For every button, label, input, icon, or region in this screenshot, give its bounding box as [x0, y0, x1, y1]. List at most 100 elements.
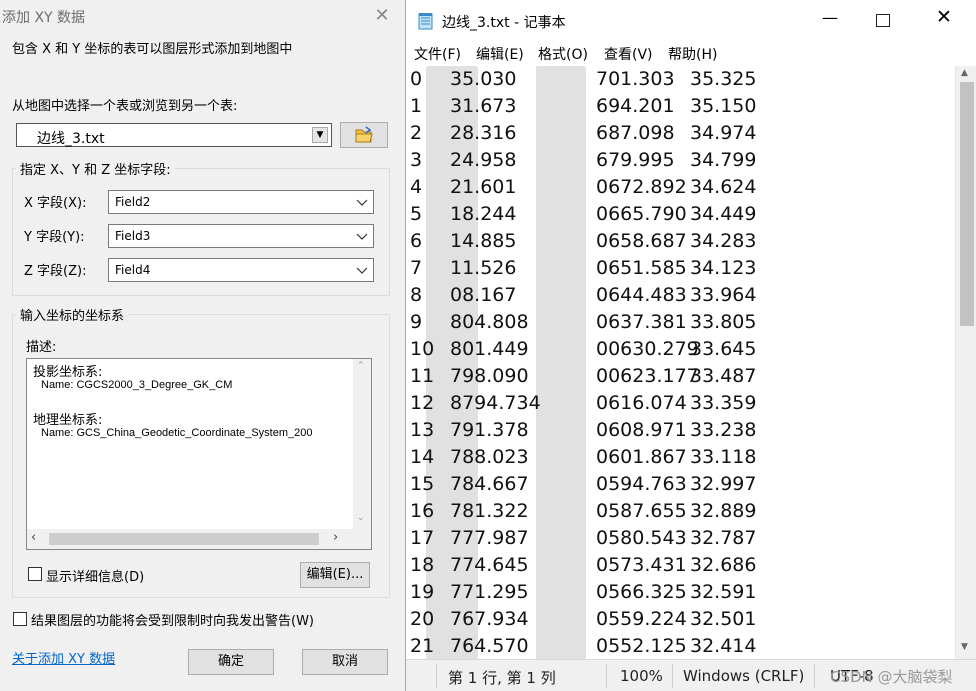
- desc-horizontal-scrollbar[interactable]: ‹ ›: [27, 529, 371, 549]
- line-number: 15: [410, 473, 435, 495]
- x-value: 784.667: [450, 473, 529, 495]
- x-value: 781.322: [450, 500, 529, 522]
- notepad-text-area[interactable]: 0 35.030 701.303 35.325 1 31.673 694.201 35.150…: [406, 66, 955, 659]
- notepad-titlebar: 边线_3.txt - 记事本 — ✕: [406, 0, 976, 40]
- y-value: 0651.585: [596, 257, 687, 279]
- description-box[interactable]: 投影坐标系: Name: CGCS2000_3_Degree_GK_CM 地理坐…: [26, 358, 372, 550]
- z-value: 35.325: [690, 68, 757, 90]
- x-field-select[interactable]: Field2: [108, 190, 374, 214]
- projected-crs-name: Name: CGCS2000_3_Degree_GK_CM: [41, 379, 233, 391]
- notepad-menubar: 文件(F) 编辑(E) 格式(O) 查看(V) 帮助(H): [406, 40, 976, 66]
- x-value: 14.885: [450, 230, 517, 252]
- line-number: 17: [410, 527, 435, 549]
- dialog-close-icon[interactable]: ✕: [370, 6, 394, 26]
- z-value: 35.150: [690, 95, 757, 117]
- h-scroll-thumb[interactable]: [49, 533, 319, 545]
- dialog-title: 添加 XY 数据: [2, 10, 86, 26]
- line-number: 14: [410, 446, 435, 468]
- scroll-down-icon[interactable]: ▼: [961, 642, 968, 652]
- notepad-title: 边线_3.txt - 记事本: [442, 15, 566, 31]
- geographic-crs-name: Name: GCS_China_Geodetic_Coordinate_Syst…: [41, 427, 313, 439]
- cancel-button[interactable]: 取消: [302, 649, 388, 675]
- y-value: 0637.381: [596, 311, 687, 333]
- z-value: 33.964: [690, 284, 757, 306]
- z-value: 33.805: [690, 311, 757, 333]
- menu-edit[interactable]: 编辑(E): [476, 44, 524, 64]
- z-field-value: Field4: [115, 263, 151, 277]
- menu-file[interactable]: 文件(F): [414, 44, 461, 64]
- line-number: 6: [410, 230, 423, 252]
- edit-button[interactable]: 编辑(E)...: [300, 562, 370, 588]
- z-value: 33.118: [690, 446, 757, 468]
- y-value: 00630.279: [596, 338, 699, 360]
- y-value: 0580.543: [596, 527, 687, 549]
- scroll-down-icon[interactable]: ⌄: [357, 513, 365, 523]
- scroll-up-icon[interactable]: ▲: [961, 68, 968, 78]
- x-value: 08.167: [450, 284, 517, 306]
- notepad-statusbar: 第 1 行, 第 1 列 100% Windows (CRLF) UTF-8 C…: [406, 659, 976, 691]
- z-value: 34.799: [690, 149, 757, 171]
- x-value: 21.601: [450, 176, 517, 198]
- x-value: 777.987: [450, 527, 529, 549]
- maximize-icon[interactable]: [876, 14, 890, 27]
- x-field-value: Field2: [115, 195, 151, 209]
- browse-folder-button[interactable]: [340, 122, 388, 148]
- menu-view[interactable]: 查看(V): [604, 44, 653, 64]
- ok-button[interactable]: 确定: [188, 649, 274, 675]
- y-value: 0672.892: [596, 176, 687, 198]
- z-value: 34.283: [690, 230, 757, 252]
- line-number: 0: [410, 68, 423, 90]
- notepad-vertical-scrollbar[interactable]: ▲ ▼: [955, 66, 976, 659]
- line-number: 5: [410, 203, 423, 225]
- status-position: 第 1 行, 第 1 列: [448, 669, 556, 687]
- fields-group-label: 指定 X、Y 和 Z 坐标字段:: [16, 159, 175, 178]
- notepad-window: 边线_3.txt - 记事本 — ✕ 文件(F) 编辑(E) 格式(O) 查看(…: [405, 0, 976, 691]
- watermark: CSDN @大脑袋梨: [830, 668, 953, 686]
- x-value: 31.673: [450, 95, 517, 117]
- line-number: 19: [410, 581, 435, 603]
- chevron-down-icon: [356, 267, 368, 274]
- x-value: 18.244: [450, 203, 517, 225]
- close-icon[interactable]: ✕: [932, 6, 956, 30]
- y-value: 0644.483: [596, 284, 687, 306]
- scroll-right-icon[interactable]: ›: [333, 530, 338, 545]
- y-value: 0573.431: [596, 554, 687, 576]
- table-select[interactable]: 边线_3.txt ▼: [16, 123, 332, 147]
- z-field-select[interactable]: Field4: [108, 258, 374, 282]
- minimize-icon[interactable]: —: [818, 8, 842, 32]
- status-zoom: 100%: [620, 667, 663, 685]
- z-value: 33.359: [690, 392, 757, 414]
- y-field-label: Y 字段(Y):: [24, 230, 85, 245]
- z-field-label: Z 字段(Z):: [24, 264, 87, 279]
- line-number: 12: [410, 392, 435, 414]
- z-value: 32.889: [690, 500, 757, 522]
- y-value: 0559.224: [596, 608, 687, 630]
- desc-vertical-scrollbar[interactable]: ⌃ ⌄: [353, 359, 371, 529]
- x-value: 801.449: [450, 338, 529, 360]
- menu-format[interactable]: 格式(O): [538, 44, 588, 64]
- z-value: 34.449: [690, 203, 757, 225]
- v-scroll-thumb[interactable]: [960, 82, 974, 326]
- scroll-left-icon[interactable]: ‹: [31, 530, 36, 545]
- show-details-checkbox[interactable]: [28, 567, 42, 581]
- line-number: 7: [410, 257, 423, 279]
- line-number: 9: [410, 311, 423, 333]
- line-number: 4: [410, 176, 423, 198]
- menu-help[interactable]: 帮助(H): [668, 44, 717, 64]
- warn-checkbox[interactable]: [13, 612, 27, 626]
- y-value: 687.098: [596, 122, 675, 144]
- dropdown-arrow-icon: ▼: [312, 127, 328, 143]
- z-value: 33.487: [690, 365, 757, 387]
- help-link[interactable]: 关于添加 XY 数据: [12, 648, 115, 667]
- notepad-app-icon: [418, 13, 433, 30]
- scroll-up-icon[interactable]: ⌃: [357, 361, 365, 371]
- y-value: 0665.790: [596, 203, 687, 225]
- line-number: 18: [410, 554, 435, 576]
- y-value: 0601.867: [596, 446, 687, 468]
- line-number: 20: [410, 608, 435, 630]
- description-label: 描述:: [26, 340, 57, 355]
- y-field-select[interactable]: Field3: [108, 224, 374, 248]
- line-number: 11: [410, 365, 435, 387]
- y-value: 701.303: [596, 68, 675, 90]
- projected-crs-title: 投影坐标系:: [33, 365, 103, 380]
